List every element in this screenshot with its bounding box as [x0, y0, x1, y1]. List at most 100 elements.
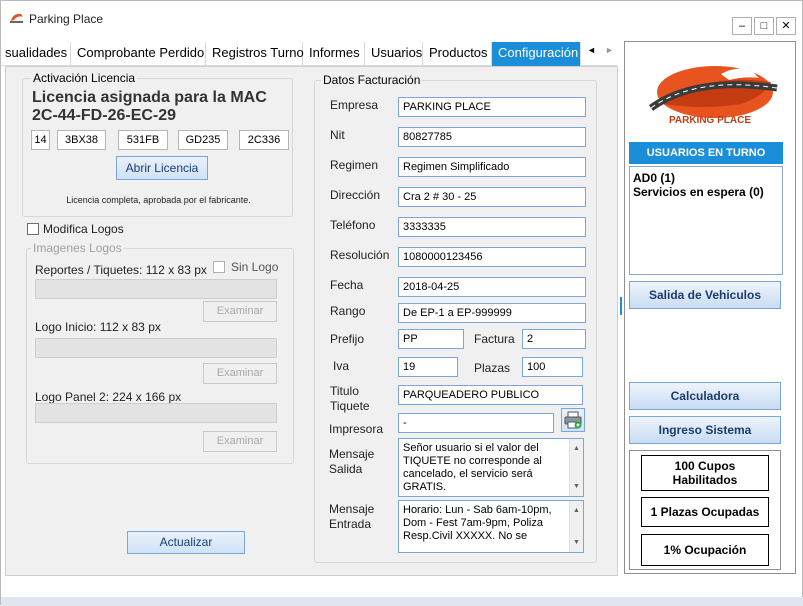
nit-input[interactable]: 80827785 — [398, 127, 586, 147]
direccion-label: Dirección — [330, 188, 381, 202]
tab-informes[interactable]: Informes — [303, 42, 365, 66]
splitter-handle[interactable] — [620, 297, 622, 315]
examinar-panel-button[interactable]: Examinar — [203, 431, 277, 452]
reportes-logo-label: Reportes / Tiquetes: 112 x 83 px — [35, 263, 207, 277]
tab-usuarios[interactable]: Usuarios — [365, 42, 423, 66]
telefono-input[interactable]: 3333335 — [398, 217, 586, 237]
resolucion-input[interactable]: 1080000123456 — [398, 247, 586, 267]
tab-scroll-right-icon[interactable]: ► — [605, 45, 614, 55]
tiquete-label: Tiquete — [330, 399, 370, 413]
nit-label: Nit — [330, 128, 345, 142]
inicio-logo-path — [35, 338, 277, 358]
license-group: Activación Licencia Licencia asignada pa… — [22, 71, 293, 217]
plazas-input[interactable]: 100 — [522, 357, 583, 377]
billing-group: Datos Facturación Empresa PARKING PLACE … — [314, 73, 597, 563]
tab-strip: sualidades Comprobante Perdido Registros… — [1, 42, 617, 66]
mensaje-salida-label: Mensaje — [329, 447, 375, 461]
stats-box: 100 Cupos Habilitados 1 Plazas Ocupadas … — [629, 450, 781, 570]
main-window: Parking Place – □ ✕ sualidades Comproban… — [0, 0, 803, 606]
title-bar: Parking Place – □ ✕ — [1, 1, 802, 39]
sin-logo-label: Sin Logo — [231, 260, 279, 274]
calculadora-button[interactable]: Calculadora — [629, 382, 781, 410]
sin-logo-checkbox[interactable] — [213, 261, 225, 273]
close-button[interactable]: ✕ — [776, 17, 796, 35]
scroll-up-icon[interactable]: ▲ — [573, 504, 580, 517]
resolucion-label: Resolución — [330, 248, 390, 262]
update-button[interactable]: Actualizar — [127, 531, 245, 554]
salida-label: Salida — [329, 462, 363, 476]
ocupacion-porcentaje: 1% Ocupación — [641, 534, 769, 566]
cupos-habilitados: 100 Cupos Habilitados — [641, 455, 769, 491]
tab-scroll-left-icon[interactable]: ◄ — [587, 45, 596, 55]
mensaje-salida-scrollbar[interactable]: ▲ ▼ — [569, 439, 583, 496]
titulo-tiquete-input[interactable]: PARQUEADERO PUBLICO — [398, 385, 583, 405]
inicio-logo-label: Logo Inicio: 112 x 83 px — [35, 320, 161, 334]
printer-icon — [564, 411, 582, 429]
modify-logos-label: Modifica Logos — [43, 222, 124, 236]
scroll-down-icon[interactable]: ▼ — [573, 536, 580, 549]
iva-input[interactable]: 19 — [398, 357, 458, 377]
factura-label: Factura — [474, 332, 515, 346]
iva-label: Iva — [333, 359, 350, 373]
examinar-inicio-button[interactable]: Examinar — [203, 363, 277, 384]
rango-label: Rango — [330, 304, 366, 318]
mensaje-entrada-textarea[interactable]: Horario: Lun - Sab 6am-10pm, Dom - Fest … — [398, 500, 584, 553]
regimen-label: Regimen — [330, 158, 379, 172]
tab-configuracion[interactable]: Configuración — [492, 42, 581, 66]
license-status: Licencia completa, aprobada por el fabri… — [66, 195, 251, 205]
examinar-reportes-button[interactable]: Examinar — [203, 301, 277, 322]
license-code-5[interactable]: 2C336 — [239, 130, 289, 150]
telefono-label: Teléfono — [330, 218, 376, 232]
license-heading: Licencia asignada para la MAC — [32, 89, 267, 106]
direccion-input[interactable]: Cra 2 # 30 - 25 — [398, 187, 586, 207]
brand-name: PARKING PLACE — [668, 115, 752, 126]
regimen-input[interactable]: Regimen Simplificado — [398, 157, 586, 177]
impresora-label: Impresora — [329, 422, 384, 436]
factura-input[interactable]: 2 — [522, 329, 586, 349]
mensaje-salida-text: Señor usuario si el valor del TIQUETE no… — [403, 442, 542, 493]
tab-sualidades[interactable]: sualidades — [1, 42, 71, 66]
printer-button[interactable] — [561, 408, 585, 432]
modify-logos-checkbox[interactable] — [27, 223, 39, 235]
license-code-3[interactable]: 531FB — [118, 130, 168, 150]
salida-vehiculos-button[interactable]: Salida de Vehiculos — [629, 281, 781, 309]
ingreso-sistema-button[interactable]: Ingreso Sistema — [629, 416, 781, 444]
mensaje-salida-textarea[interactable]: Señor usuario si el valor del TIQUETE no… — [398, 438, 584, 497]
prefijo-label: Prefijo — [330, 332, 365, 346]
tab-registros-turno[interactable]: Registros Turno — [206, 42, 304, 66]
impresora-input[interactable]: - — [398, 413, 554, 433]
tab-productos[interactable]: Productos — [423, 42, 492, 66]
rango-input[interactable]: De EP-1 a EP-999999 — [398, 303, 586, 323]
fecha-label: Fecha — [330, 278, 364, 292]
fecha-input[interactable]: 2018-04-25 — [398, 277, 586, 297]
prefijo-input[interactable]: PP — [398, 329, 464, 349]
scroll-down-icon[interactable]: ▼ — [573, 480, 580, 493]
list-item[interactable]: AD0 (1) — [633, 171, 779, 185]
empresa-input[interactable]: PARKING PLACE — [398, 97, 586, 117]
plazas-label: Plazas — [474, 361, 511, 375]
tab-comprobante-perdido[interactable]: Comprobante Perdido — [71, 42, 206, 66]
maximize-button[interactable]: □ — [754, 17, 774, 35]
license-group-title: Activación Licencia — [31, 71, 138, 85]
logos-group-title: Imagenes Logos — [31, 241, 124, 255]
scroll-up-icon[interactable]: ▲ — [573, 442, 580, 455]
users-list[interactable]: AD0 (1) Servicios en espera (0) — [629, 166, 783, 275]
minimize-button[interactable]: – — [732, 17, 752, 35]
mac-address: 2C-44-FD-26-EC-29 — [32, 107, 177, 124]
license-code-1[interactable]: 14 — [31, 130, 50, 150]
panel-logo-path — [35, 403, 277, 423]
titulo-label: Titulo — [330, 384, 359, 398]
mensaje-entrada-label: Mensaje — [329, 502, 375, 516]
mensaje-entrada-text: Horario: Lun - Sab 6am-10pm, Dom - Fest … — [403, 504, 552, 542]
panel-logo-label: Logo Panel 2: 224 x 166 px — [35, 390, 182, 404]
reportes-logo-path — [35, 279, 277, 299]
entrada-label: Entrada — [329, 517, 372, 531]
list-item[interactable]: Servicios en espera (0) — [633, 185, 779, 199]
empresa-label: Empresa — [330, 98, 379, 112]
mensaje-entrada-scrollbar[interactable]: ▲ ▼ — [569, 501, 583, 552]
open-license-button[interactable]: Abrir Licencia — [116, 156, 208, 180]
side-panel: PARKING PLACE USUARIOS EN TURNO AD0 (1) … — [624, 41, 796, 574]
license-code-4[interactable]: GD235 — [178, 130, 228, 150]
users-header: USUARIOS EN TURNO — [629, 142, 783, 164]
license-code-2[interactable]: 3BX38 — [57, 130, 106, 150]
